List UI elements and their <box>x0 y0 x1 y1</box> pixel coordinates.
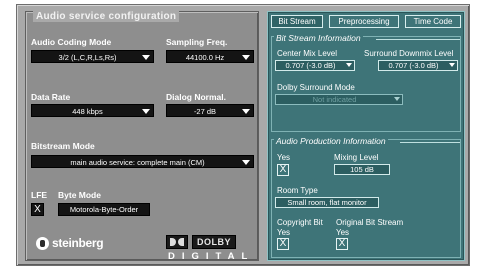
dolby-digital-logo: DOLBY DIGITAL <box>166 234 258 262</box>
mixing-level-field[interactable]: 105 dB <box>334 164 390 175</box>
surround-downmix-level-label: Surround Downmix Level <box>364 49 454 58</box>
tab-time-code[interactable]: Time Code <box>405 15 461 28</box>
chevron-down-icon <box>449 63 455 67</box>
original-yes-label: Yes <box>336 228 350 237</box>
bitstream-settings-panel: Bit Stream Preprocessing Time Code Bit S… <box>267 11 465 261</box>
dialog-normal-label: Dialog Normal. <box>166 92 226 102</box>
mixing-level-label: Mixing Level <box>334 153 379 162</box>
audio-production-yes-label: Yes <box>277 153 291 162</box>
audio-coding-mode-label: Audio Coding Mode <box>31 37 112 47</box>
dolby-surround-mode-label: Dolby Surround Mode <box>277 83 355 92</box>
section-divider <box>376 39 460 40</box>
data-rate-dropdown[interactable]: 448 kbps <box>31 104 154 117</box>
lfe-label: LFE <box>31 190 48 200</box>
byte-mode-selector[interactable]: Motorola-Byte-Order <box>58 203 150 216</box>
chevron-down-icon <box>394 97 400 101</box>
audio-service-configuration-group: Audio service configuration Audio Coding… <box>25 11 259 262</box>
digital-wordmark: DIGITAL <box>168 251 255 262</box>
dolby-surround-mode-dropdown[interactable]: Not indicated <box>275 94 403 105</box>
surround-downmix-level-dropdown[interactable]: 0.707 (-3.0 dB) <box>378 60 458 71</box>
steinberg-logo: steinberg <box>36 236 104 250</box>
group-title: Audio service configuration <box>33 11 180 22</box>
room-type-label: Room Type <box>277 186 318 195</box>
data-rate-label: Data Rate <box>31 92 71 102</box>
audio-production-title: Audio Production Information <box>274 136 388 146</box>
bitstream-mode-dropdown[interactable]: main audio service: complete main (CM) <box>31 155 254 168</box>
section-divider <box>400 142 460 143</box>
sampling-freq-label: Sampling Freq. <box>166 37 228 47</box>
audio-coding-mode-dropdown[interactable]: 3/2 (L,C,R,Ls,Rs) <box>31 50 154 63</box>
center-mix-level-dropdown[interactable]: 0.707 (-3.0 dB) <box>275 60 355 71</box>
tab-preprocessing[interactable]: Preprocessing <box>329 15 399 28</box>
sampling-freq-dropdown[interactable]: 44100.0 Hz <box>166 50 254 63</box>
steinberg-logo-icon <box>36 236 49 250</box>
copyright-bit-checkbox[interactable]: X <box>277 238 289 250</box>
dolby-double-d-icon <box>166 235 188 249</box>
chevron-down-icon <box>242 160 250 165</box>
chevron-down-icon <box>142 109 150 114</box>
center-mix-level-label: Center Mix Level <box>277 49 338 58</box>
bitstream-info-title: Bit Stream Information <box>274 33 363 43</box>
copyright-bit-label: Copyright Bit <box>277 218 323 227</box>
copyright-yes-label: Yes <box>277 228 291 237</box>
tab-bit-stream[interactable]: Bit Stream <box>271 15 323 28</box>
bitstream-mode-label: Bitstream Mode <box>31 141 95 151</box>
dolby-wordmark: DOLBY <box>192 235 236 249</box>
room-type-field[interactable]: Small room, flat monitor <box>275 197 379 208</box>
original-bitstream-label: Original Bit Stream <box>336 218 404 227</box>
original-bitstream-checkbox[interactable]: X <box>336 238 348 250</box>
dialog-normal-dropdown[interactable]: -27 dB <box>166 104 254 117</box>
byte-mode-label: Byte Mode <box>58 190 101 200</box>
chevron-down-icon <box>142 55 150 60</box>
lfe-checkbox[interactable]: X <box>31 203 44 216</box>
chevron-down-icon <box>242 55 250 60</box>
chevron-down-icon <box>346 63 352 67</box>
chevron-down-icon <box>242 109 250 114</box>
audio-production-checkbox[interactable]: X <box>277 164 289 176</box>
audio-service-window: Audio service configuration Audio Coding… <box>16 4 470 266</box>
